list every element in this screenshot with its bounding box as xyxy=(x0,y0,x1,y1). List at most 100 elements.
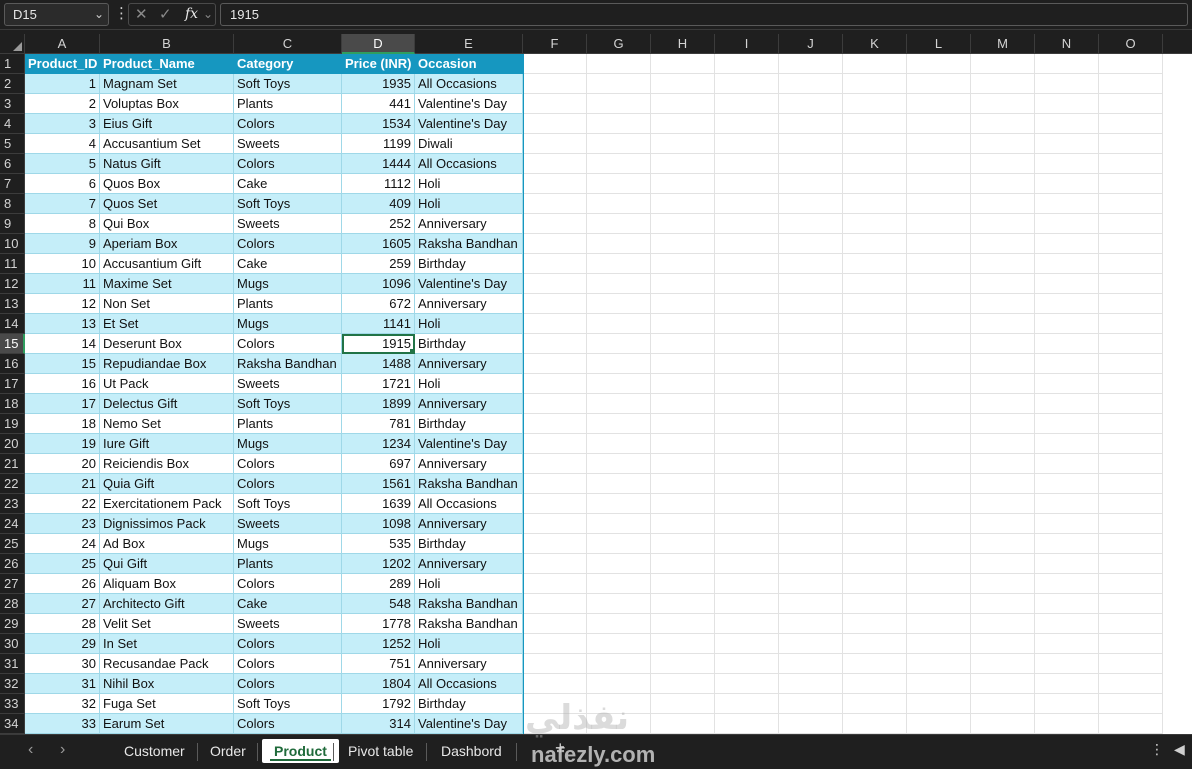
empty-cell[interactable] xyxy=(907,714,971,734)
table-cell[interactable]: 1202 xyxy=(342,554,415,574)
empty-cell[interactable] xyxy=(971,694,1035,714)
empty-cell[interactable] xyxy=(587,614,651,634)
empty-cell[interactable] xyxy=(971,354,1035,374)
table-cell[interactable]: Plants xyxy=(234,554,342,574)
empty-cell[interactable] xyxy=(715,234,779,254)
empty-cell[interactable] xyxy=(587,394,651,414)
empty-cell[interactable] xyxy=(907,114,971,134)
empty-cell[interactable] xyxy=(779,634,843,654)
empty-cell[interactable] xyxy=(715,414,779,434)
confirm-icon[interactable]: ✓ xyxy=(159,4,172,25)
column-header-a[interactable]: A xyxy=(25,34,100,54)
empty-cell[interactable] xyxy=(843,274,907,294)
empty-cell[interactable] xyxy=(587,254,651,274)
column-header-l[interactable]: L xyxy=(907,34,971,54)
table-cell[interactable]: Sweets xyxy=(234,134,342,154)
table-cell[interactable]: 13 xyxy=(25,314,100,334)
table-cell[interactable]: 17 xyxy=(25,394,100,414)
empty-cell[interactable] xyxy=(1035,694,1099,714)
empty-cell[interactable] xyxy=(907,634,971,654)
empty-cell[interactable] xyxy=(587,54,651,74)
empty-cell[interactable] xyxy=(715,714,779,734)
table-cell[interactable]: 672 xyxy=(342,294,415,314)
empty-cell[interactable] xyxy=(651,594,715,614)
table-cell[interactable]: Holi xyxy=(415,574,523,594)
table-cell[interactable]: Sweets xyxy=(234,214,342,234)
table-cell[interactable]: Colors xyxy=(234,674,342,694)
empty-cell[interactable] xyxy=(907,594,971,614)
empty-cell[interactable] xyxy=(907,134,971,154)
empty-cell[interactable] xyxy=(971,374,1035,394)
table-cell[interactable]: 28 xyxy=(25,614,100,634)
more-options-icon[interactable]: ⋮ xyxy=(1150,741,1164,758)
empty-cell[interactable] xyxy=(523,254,587,274)
empty-cell[interactable] xyxy=(523,294,587,314)
empty-cell[interactable] xyxy=(715,214,779,234)
table-cell[interactable]: Valentine's Day xyxy=(415,434,523,454)
empty-cell[interactable] xyxy=(1099,634,1163,654)
empty-cell[interactable] xyxy=(1099,294,1163,314)
empty-cell[interactable] xyxy=(523,674,587,694)
empty-cell[interactable] xyxy=(651,134,715,154)
empty-cell[interactable] xyxy=(971,654,1035,674)
empty-cell[interactable] xyxy=(587,454,651,474)
empty-cell[interactable] xyxy=(1099,674,1163,694)
empty-cell[interactable] xyxy=(1099,234,1163,254)
empty-cell[interactable] xyxy=(587,434,651,454)
table-cell[interactable]: Soft Toys xyxy=(234,74,342,94)
empty-cell[interactable] xyxy=(651,514,715,534)
empty-cell[interactable] xyxy=(1099,374,1163,394)
empty-cell[interactable] xyxy=(1099,534,1163,554)
empty-cell[interactable] xyxy=(587,414,651,434)
row-header[interactable]: 31 xyxy=(0,654,25,674)
table-cell[interactable]: Colors xyxy=(234,334,342,354)
column-header-i[interactable]: I xyxy=(715,34,779,54)
table-cell[interactable]: Maxime Set xyxy=(100,274,234,294)
empty-cell[interactable] xyxy=(907,194,971,214)
column-header-f[interactable]: F xyxy=(523,34,587,54)
table-cell[interactable]: 31 xyxy=(25,674,100,694)
table-cell[interactable]: Mugs xyxy=(234,534,342,554)
empty-cell[interactable] xyxy=(587,534,651,554)
empty-cell[interactable] xyxy=(587,594,651,614)
empty-cell[interactable] xyxy=(907,654,971,674)
row-header[interactable]: 2 xyxy=(0,74,25,94)
row-header[interactable]: 11 xyxy=(0,254,25,274)
cancel-icon[interactable]: ✕ xyxy=(135,4,148,25)
empty-cell[interactable] xyxy=(1035,74,1099,94)
table-cell[interactable]: 252 xyxy=(342,214,415,234)
table-cell[interactable]: 30 xyxy=(25,654,100,674)
more-options-icon[interactable]: ⋮ xyxy=(114,4,129,24)
table-cell[interactable]: 1 xyxy=(25,74,100,94)
table-cell[interactable]: Anniversary xyxy=(415,514,523,534)
empty-cell[interactable] xyxy=(715,594,779,614)
empty-cell[interactable] xyxy=(1035,614,1099,634)
empty-cell[interactable] xyxy=(843,614,907,634)
empty-cell[interactable] xyxy=(651,314,715,334)
empty-cell[interactable] xyxy=(1035,94,1099,114)
row-header[interactable]: 33 xyxy=(0,694,25,714)
row-header[interactable]: 17 xyxy=(0,374,25,394)
select-all-button[interactable] xyxy=(0,34,25,54)
empty-cell[interactable] xyxy=(779,314,843,334)
empty-cell[interactable] xyxy=(971,514,1035,534)
empty-cell[interactable] xyxy=(587,654,651,674)
empty-cell[interactable] xyxy=(1099,254,1163,274)
table-cell[interactable]: Et Set xyxy=(100,314,234,334)
table-cell[interactable]: Raksha Bandhan xyxy=(415,594,523,614)
empty-cell[interactable] xyxy=(971,94,1035,114)
empty-cell[interactable] xyxy=(779,214,843,234)
table-cell[interactable]: Raksha Bandhan xyxy=(415,234,523,254)
table-cell[interactable]: Anniversary xyxy=(415,554,523,574)
empty-cell[interactable] xyxy=(907,494,971,514)
empty-cell[interactable] xyxy=(715,554,779,574)
table-cell[interactable]: Valentine's Day xyxy=(415,114,523,134)
empty-cell[interactable] xyxy=(1035,414,1099,434)
empty-cell[interactable] xyxy=(523,154,587,174)
table-cell[interactable]: Colors xyxy=(234,654,342,674)
empty-cell[interactable] xyxy=(715,354,779,374)
row-header[interactable]: 6 xyxy=(0,154,25,174)
table-cell[interactable]: 24 xyxy=(25,534,100,554)
empty-cell[interactable] xyxy=(907,94,971,114)
empty-cell[interactable] xyxy=(1099,94,1163,114)
